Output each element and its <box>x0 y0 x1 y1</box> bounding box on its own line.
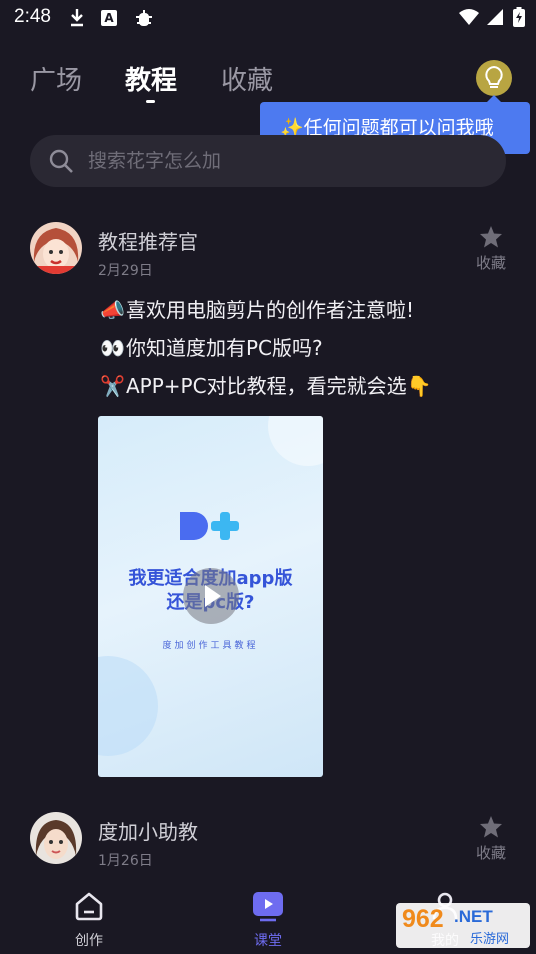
app-a-icon: A <box>101 10 117 26</box>
watermark-number: 962 <box>402 905 444 933</box>
megaphone-icon: 📣 <box>100 298 125 322</box>
video-thumbnail[interactable]: 我更适合度加app版 还是pc版? 度加创作工具教程 <box>98 416 323 777</box>
nav-label: 课堂 <box>254 933 282 949</box>
post-line-text: APP+PC对比教程，看完就会选👇 <box>126 374 432 398</box>
watermark-cn: 乐游网 <box>470 932 510 947</box>
eyes-icon: 👀 <box>100 336 125 360</box>
avatar[interactable] <box>30 812 82 864</box>
wifi-icon <box>458 8 480 31</box>
favorite-button[interactable]: 收藏 <box>468 815 514 863</box>
watermark-net: .NET <box>454 907 493 926</box>
status-time: 2:48 <box>14 6 51 27</box>
status-bar: 2:48 A <box>0 0 536 36</box>
post-text-line: 👀你知道度加有PC版吗? <box>100 332 323 361</box>
lightbulb-icon <box>485 65 503 88</box>
signal-icon <box>486 8 504 31</box>
post-line-text: 你知道度加有PC版吗? <box>126 336 323 360</box>
play-screen-icon <box>253 892 283 922</box>
post-text-line: ✂️APP+PC对比教程，看完就会选👇 <box>100 370 432 399</box>
post-date: 2月29日 <box>98 263 153 279</box>
post-author[interactable]: 度加小助教 <box>98 816 198 845</box>
tab-collect[interactable]: 收藏 <box>221 60 273 97</box>
post-line-text: 喜欢用电脑剪片的创作者注意啦! <box>126 298 415 322</box>
search-bar[interactable] <box>30 135 506 187</box>
post-date: 1月26日 <box>98 853 153 869</box>
nav-create[interactable]: 创作 <box>54 890 124 950</box>
home-icon <box>75 892 103 921</box>
decorative-bubble <box>268 416 323 466</box>
favorite-button[interactable]: 收藏 <box>468 225 514 273</box>
tab-tutorial[interactable]: 教程 <box>125 60 177 97</box>
dujia-logo-icon <box>180 512 239 540</box>
search-input[interactable] <box>88 135 468 187</box>
battery-icon <box>513 7 525 32</box>
download-icon <box>68 7 86 32</box>
favorite-label: 收藏 <box>475 844 506 862</box>
assistant-bulb-button[interactable] <box>476 60 512 96</box>
tab-square[interactable]: 广场 <box>30 60 82 97</box>
play-button[interactable] <box>183 568 239 624</box>
nav-label: 创作 <box>75 933 103 949</box>
favorite-label: 收藏 <box>475 254 506 272</box>
debug-bug-icon <box>134 7 154 33</box>
decorative-bubble <box>98 656 158 756</box>
site-watermark: 962 .NET 乐游网 <box>396 903 530 948</box>
search-icon <box>48 148 74 178</box>
star-icon <box>480 816 502 838</box>
active-tab-indicator <box>146 100 155 103</box>
video-subtitle: 度加创作工具教程 <box>162 641 259 651</box>
post-text-line: 📣喜欢用电脑剪片的创作者注意啦! <box>100 294 414 323</box>
post-author[interactable]: 教程推荐官 <box>98 226 198 255</box>
nav-class[interactable]: 课堂 <box>233 890 303 950</box>
avatar[interactable] <box>30 222 82 274</box>
scissors-icon: ✂️ <box>100 374 125 398</box>
star-icon <box>480 226 502 248</box>
